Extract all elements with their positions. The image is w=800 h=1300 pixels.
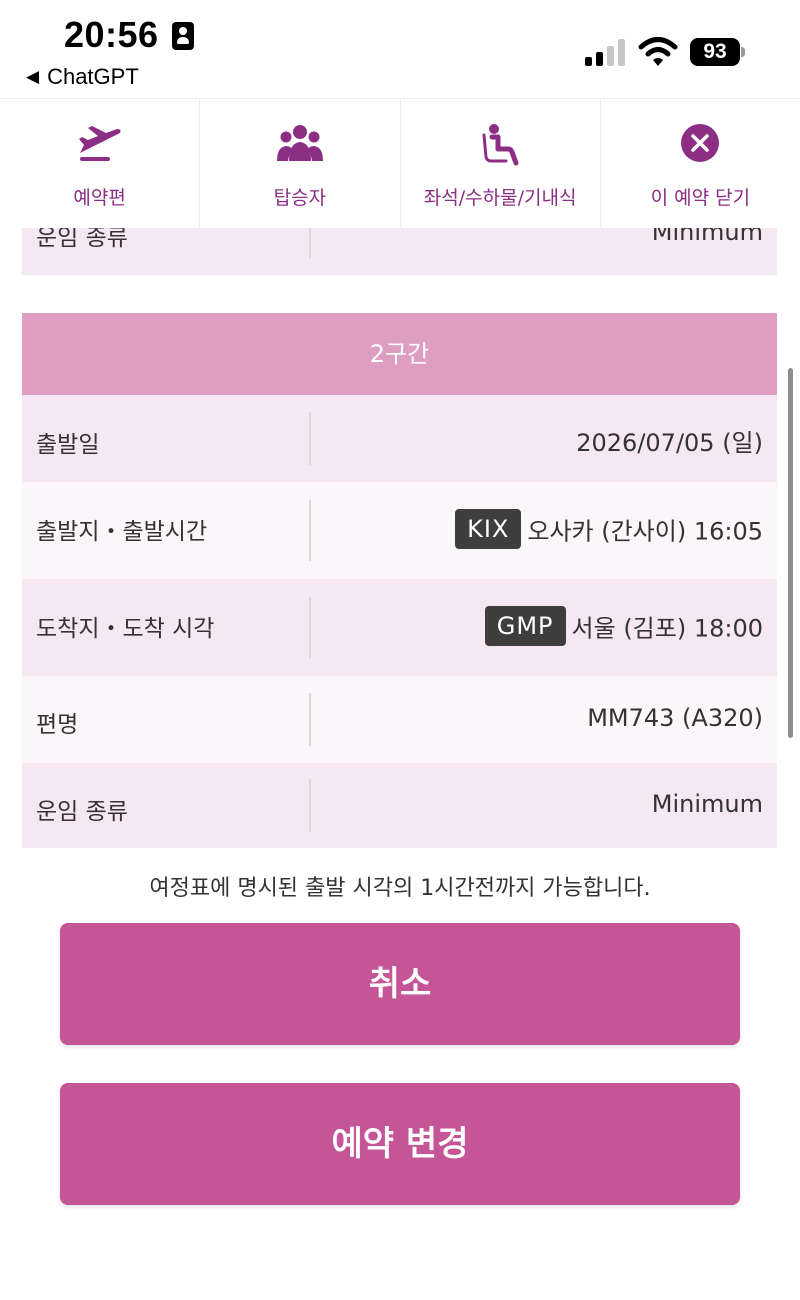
airport-code-badge: KIX	[455, 509, 522, 549]
tab-passengers[interactable]: 탑승자	[200, 99, 401, 228]
tab-seat-baggage-meal[interactable]: 좌석/수하물/기내식	[401, 99, 601, 228]
flight-number-value: MM743 (A320)	[587, 704, 763, 732]
origin-value: KIX 오사카 (간사이) 16:05	[455, 509, 763, 549]
departure-date-row: 출발일 2026/07/05 (일)	[22, 395, 777, 482]
status-bar: 20:56 ◀ ChatGPT 93	[0, 0, 800, 98]
fare-type-row: 운임 종류 Minimum	[22, 763, 777, 848]
scrollbar[interactable]	[788, 368, 793, 738]
fare-type-value: Minimum	[651, 790, 763, 818]
departure-date-value: 2026/07/05 (일)	[576, 429, 763, 457]
change-booking-button[interactable]: 예약 변경	[60, 1083, 740, 1205]
cellular-signal-icon	[585, 38, 627, 66]
destination-label: 도착지・도착 시각	[36, 616, 215, 642]
flight-number-label: 편명	[36, 712, 79, 738]
wifi-icon	[638, 37, 678, 66]
back-app-label: ChatGPT	[47, 64, 139, 89]
segment-header: 2구간	[22, 313, 777, 395]
tab-label: 예약편	[73, 187, 126, 209]
tab-label: 이 예약 닫기	[650, 187, 751, 209]
tab-label: 탑승자	[273, 187, 327, 209]
airport-code-badge: GMP	[484, 606, 566, 646]
back-triangle-icon: ◀	[26, 67, 40, 86]
tab-label: 좌석/수하물/기내식	[423, 187, 577, 209]
origin-label: 출발지・출발시간	[36, 519, 208, 545]
destination-row: 도착지・도착 시각 GMP 서울 (김포) 18:00	[22, 579, 777, 676]
clock: 20:56	[64, 14, 159, 55]
back-to-app-link[interactable]: ◀ ChatGPT	[26, 64, 139, 90]
group-icon	[276, 125, 323, 161]
origin-city-time: 오사카 (간사이) 16:05	[527, 517, 763, 546]
destination-city-time: 서울 (김포) 18:00	[571, 614, 763, 643]
origin-row: 출발지・출발시간 KIX 오사카 (간사이) 16:05	[22, 482, 777, 579]
departure-date-label: 출발일	[36, 432, 100, 458]
flight-number-row: 편명 MM743 (A320)	[22, 676, 777, 763]
row-divider	[309, 412, 311, 465]
airplane-icon	[78, 126, 121, 161]
destination-value: GMP 서울 (김포) 18:00	[484, 606, 763, 646]
booking-tab-bar: 예약편 탑승자 좌석/수하물/기내식 이 예약 닫기	[0, 98, 800, 228]
row-divider	[309, 500, 311, 561]
cancellation-notice: 여정표에 명시된 출발 시각의 1시간전까지 가능합니다.	[149, 876, 651, 901]
row-divider	[309, 779, 311, 832]
fare-type-label: 운임 종류	[36, 799, 128, 825]
row-divider	[309, 597, 311, 658]
battery-cap	[741, 47, 745, 57]
tab-booked-flights[interactable]: 예약편	[0, 99, 201, 228]
cancel-button[interactable]: 취소	[60, 923, 740, 1045]
row-divider	[309, 693, 311, 746]
tab-close-booking[interactable]: 이 예약 닫기	[601, 99, 800, 228]
contact-card-icon	[172, 22, 194, 50]
seat-icon	[482, 124, 519, 166]
close-circle-icon	[681, 124, 720, 162]
battery-indicator: 93	[690, 38, 740, 66]
